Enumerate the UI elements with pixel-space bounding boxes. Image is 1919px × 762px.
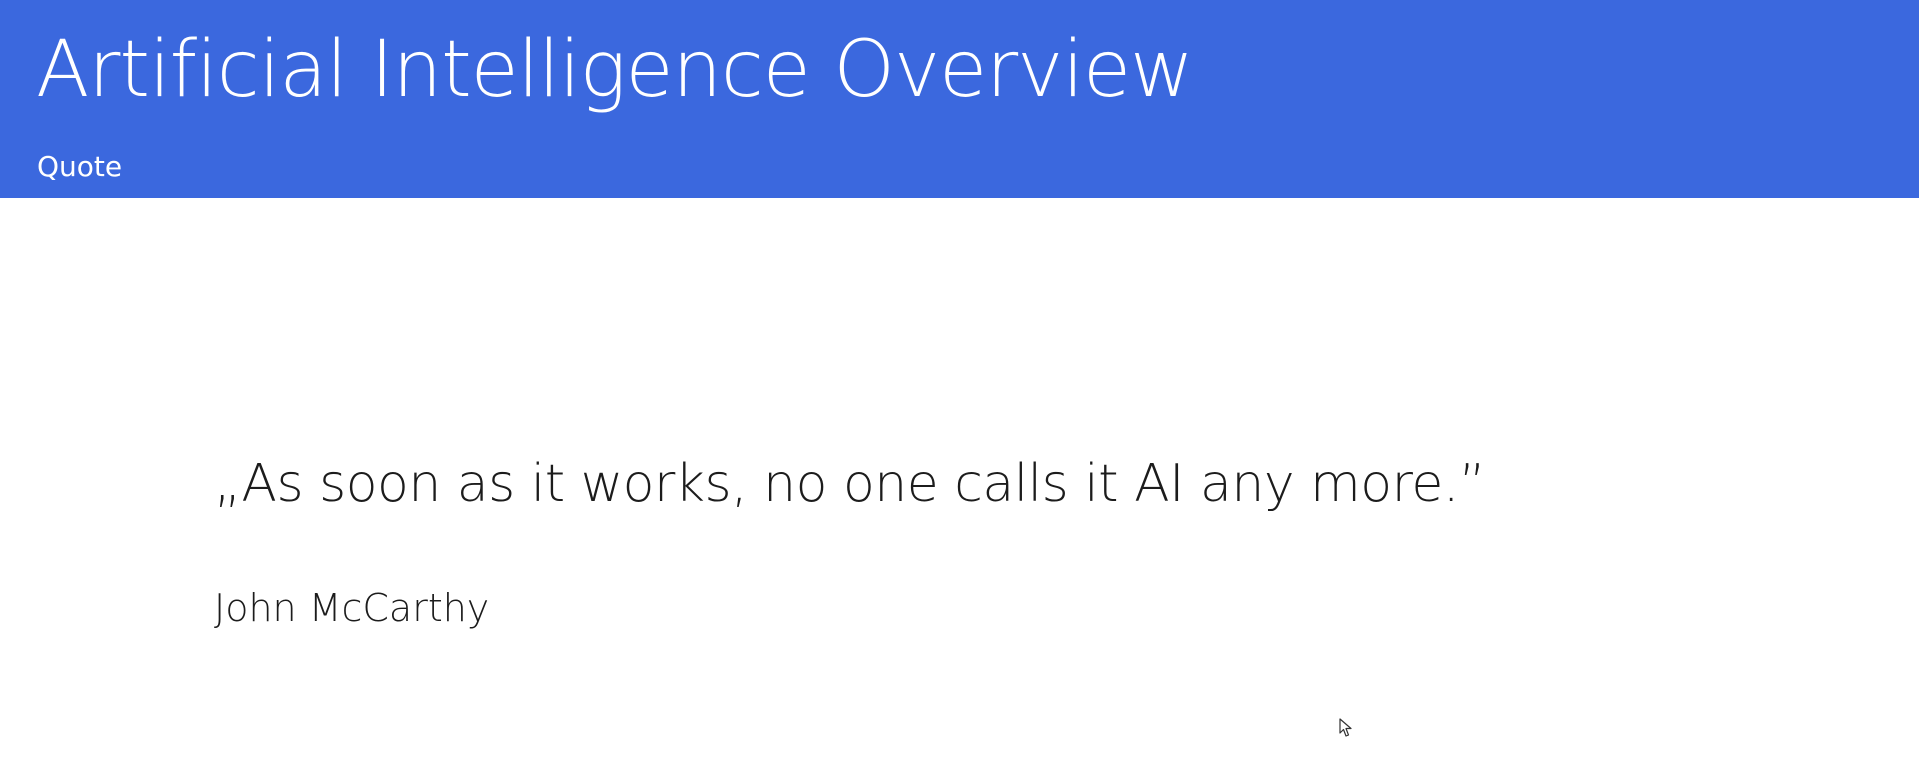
quote-text: „As soon as it works, no one calls it AI… [214,454,1486,514]
slide-subtitle: Quote [37,150,123,183]
quote-author: John McCarthy [214,586,490,630]
slide-title: Artificial Intelligence Overview [36,25,1194,115]
mouse-pointer-icon [1339,718,1352,737]
slide-header-banner: Artificial Intelligence Overview Quote [0,0,1919,198]
presentation-slide: Artificial Intelligence Overview Quote „… [0,0,1919,762]
